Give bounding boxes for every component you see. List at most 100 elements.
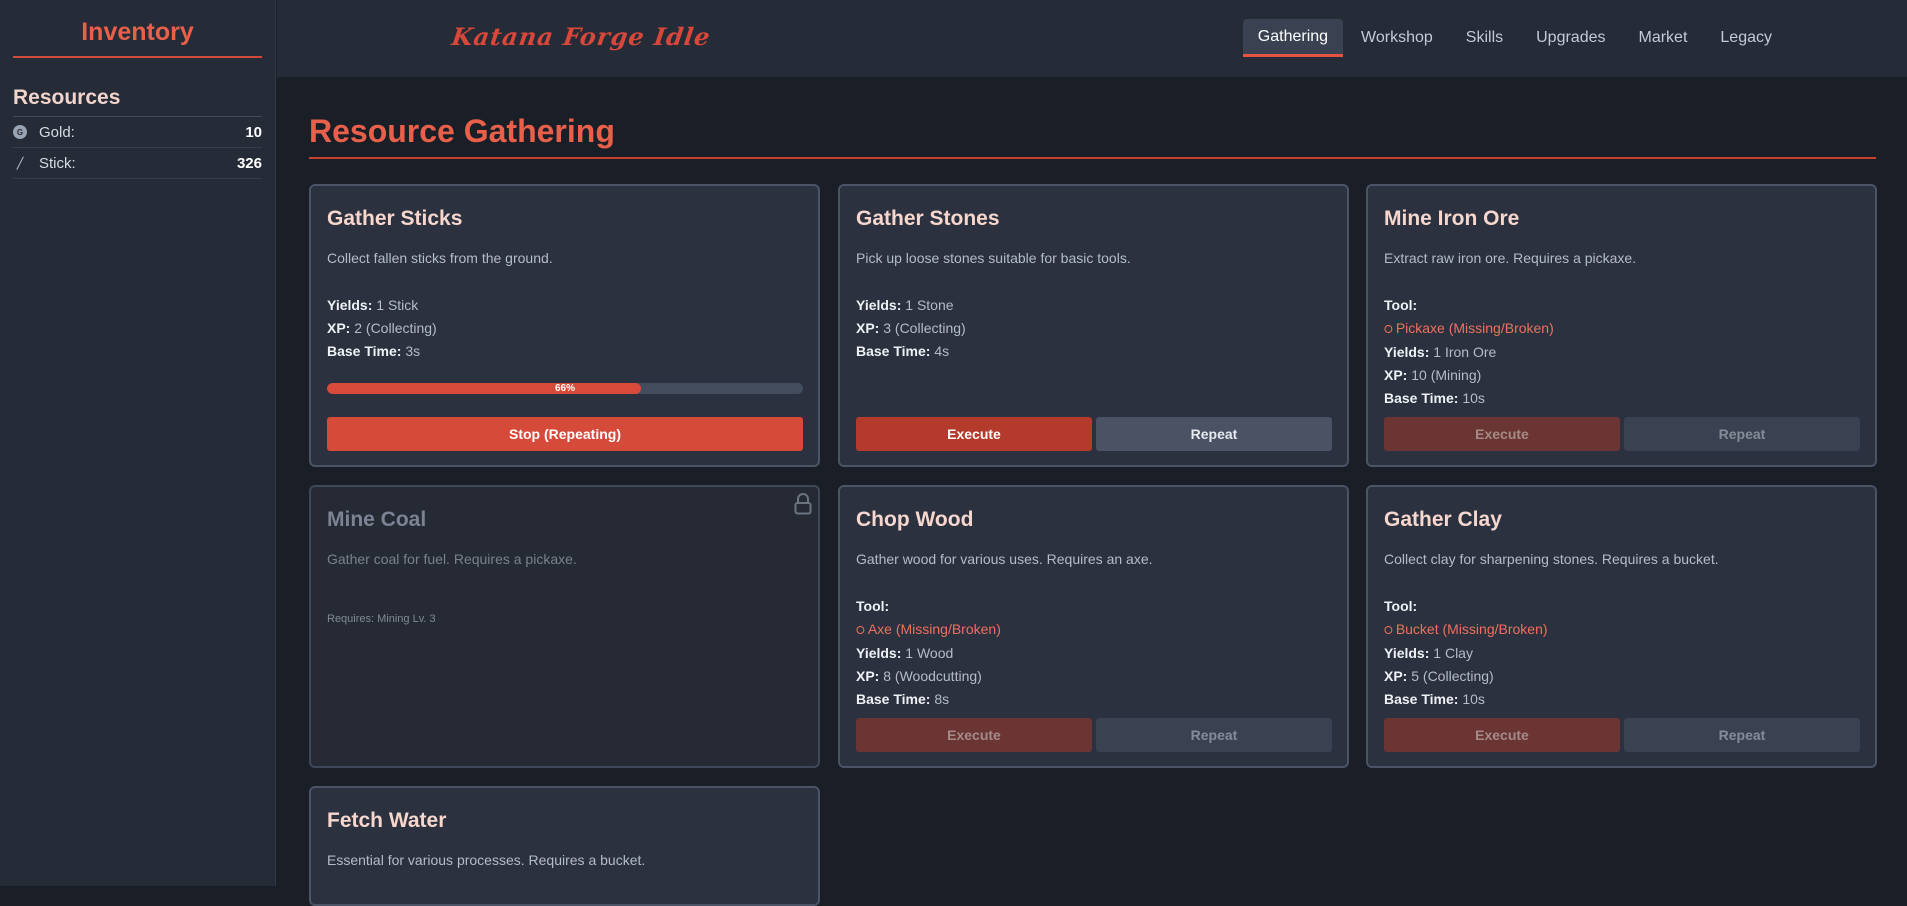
stick-icon: ╱ <box>16 157 24 170</box>
resource-row-gold: G Gold: 10 <box>13 117 262 148</box>
yields-value: 1 Stone <box>905 297 954 313</box>
tab-legacy[interactable]: Legacy <box>1705 19 1787 57</box>
tab-skills[interactable]: Skills <box>1451 19 1518 57</box>
base-time-value: 10s <box>1462 691 1485 707</box>
task-title: Gather Clay <box>1384 508 1502 531</box>
task-title: Mine Coal <box>327 508 427 531</box>
base-time-value: 10s <box>1462 390 1485 406</box>
repeat-button[interactable]: Repeat <box>1624 718 1860 752</box>
yields-label: Yields: <box>327 297 373 313</box>
task-description: Pick up loose stones suitable for basic … <box>856 250 1131 266</box>
base-time-label: Base Time: <box>1384 390 1459 406</box>
unlock-requirement: Requires: Mining Lv. 3 <box>327 613 436 625</box>
warning-icon: ⭘ <box>856 625 865 637</box>
task-stats: Yields: 1 Stick XP: 2 (Collecting) Base … <box>327 294 802 363</box>
tool-status: Bucket (Missing/Broken) <box>1395 621 1548 637</box>
task-progress-bar: 66% <box>327 383 803 394</box>
warning-icon: ⭘ <box>1384 324 1393 336</box>
repeat-button[interactable]: Repeat <box>1096 718 1332 752</box>
tool-status: Axe (Missing/Broken) <box>867 621 1001 637</box>
task-title: Mine Iron Ore <box>1384 207 1520 230</box>
task-card-gather-sticks: Gather Sticks Collect fallen sticks from… <box>309 184 820 467</box>
task-stats: Tool: ⭘ Pickaxe (Missing/Broken) Yields: … <box>1384 294 1859 410</box>
xp-label: XP: <box>1384 367 1408 383</box>
xp-label: XP: <box>1384 668 1408 684</box>
resource-row-stick: ╱ Stick: 326 <box>13 148 262 179</box>
yields-label: Yields: <box>856 297 902 313</box>
yields-label: Yields: <box>1384 645 1430 661</box>
task-stats: Tool: ⭘ Bucket (Missing/Broken) Yields: 1… <box>1384 595 1859 711</box>
resource-name: Gold: <box>39 123 75 141</box>
task-title: Gather Stones <box>856 207 1000 230</box>
yields-value: 1 Clay <box>1433 645 1473 661</box>
xp-label: XP: <box>327 320 351 336</box>
xp-label: XP: <box>856 668 880 684</box>
task-stats: Tool: ⭘ Axe (Missing/Broken) Yields: 1 Wo… <box>856 595 1331 711</box>
xp-label: XP: <box>856 320 880 336</box>
tool-status: Pickaxe (Missing/Broken) <box>1395 320 1554 336</box>
tab-gathering[interactable]: Gathering <box>1242 19 1344 57</box>
xp-value: 10 (Mining) <box>1411 367 1482 383</box>
warning-icon: ⭘ <box>1384 625 1393 637</box>
inventory-title: Inventory <box>13 0 262 58</box>
top-bar: Katana Forge Idle Gathering Workshop Ski… <box>277 0 1907 77</box>
inventory-sidebar: Inventory Resources G Gold: 10 ╱ Stick: … <box>0 0 276 886</box>
task-card-gather-stones: Gather Stones Pick up loose stones suita… <box>838 184 1349 467</box>
xp-value: 2 (Collecting) <box>354 320 437 336</box>
xp-value: 3 (Collecting) <box>883 320 966 336</box>
base-time-value: 8s <box>934 691 950 707</box>
missing-tool: ⭘ Pickaxe (Missing/Broken) <box>1384 317 1859 341</box>
task-description: Extract raw iron ore. Requires a pickaxe… <box>1384 250 1637 266</box>
main-content: Resource Gathering Gather Sticks Collect… <box>277 77 1907 906</box>
task-description: Collect clay for sharpening stones. Requ… <box>1384 551 1719 567</box>
task-description: Essential for various processes. Require… <box>327 852 646 868</box>
base-time-label: Base Time: <box>856 691 931 707</box>
base-time-value: 3s <box>405 343 421 359</box>
task-card-chop-wood: Chop Wood Gather wood for various uses. … <box>838 485 1349 768</box>
base-time-label: Base Time: <box>327 343 402 359</box>
repeat-button[interactable]: Repeat <box>1624 417 1860 451</box>
lock-icon <box>794 493 812 515</box>
tool-label: Tool: <box>1384 598 1418 614</box>
xp-value: 5 (Collecting) <box>1411 668 1494 684</box>
execute-button[interactable]: Execute <box>856 417 1092 451</box>
yields-label: Yields: <box>1384 344 1430 360</box>
missing-tool: ⭘ Axe (Missing/Broken) <box>856 618 1331 642</box>
task-card-mine-iron-ore: Mine Iron Ore Extract raw iron ore. Requ… <box>1366 184 1877 467</box>
base-time-label: Base Time: <box>856 343 931 359</box>
resources-heading: Resources <box>13 86 262 117</box>
base-time-label: Base Time: <box>1384 691 1459 707</box>
execute-button[interactable]: Execute <box>1384 718 1620 752</box>
base-time-value: 4s <box>934 343 950 359</box>
yields-value: 1 Stick <box>376 297 419 313</box>
yields-value: 1 Wood <box>905 645 954 661</box>
stop-repeating-button[interactable]: Stop (Repeating) <box>327 417 803 451</box>
title-divider <box>309 157 1876 159</box>
missing-tool: ⭘ Bucket (Missing/Broken) <box>1384 618 1859 642</box>
tab-workshop[interactable]: Workshop <box>1346 19 1448 57</box>
xp-value: 8 (Woodcutting) <box>883 668 982 684</box>
resource-value: 10 <box>245 123 262 141</box>
tool-label: Tool: <box>1384 297 1418 313</box>
tab-upgrades[interactable]: Upgrades <box>1521 19 1620 57</box>
task-card-gather-clay: Gather Clay Collect clay for sharpening … <box>1366 485 1877 768</box>
page-title: Resource Gathering <box>309 113 615 149</box>
task-card-mine-coal: Mine Coal Gather coal for fuel. Requires… <box>309 485 820 768</box>
progress-label: 66% <box>554 383 575 394</box>
tab-market[interactable]: Market <box>1624 19 1703 57</box>
task-card-fetch-water: Fetch Water Essential for various proces… <box>309 786 820 906</box>
task-description: Collect fallen sticks from the ground. <box>327 250 553 266</box>
task-title: Fetch Water <box>327 809 447 832</box>
main-nav: Gathering Workshop Skills Upgrades Marke… <box>1240 19 1787 57</box>
execute-button[interactable]: Execute <box>1384 417 1620 451</box>
repeat-button[interactable]: Repeat <box>1096 417 1332 451</box>
resource-name: Stick: <box>39 154 76 172</box>
yields-label: Yields: <box>856 645 902 661</box>
task-description: Gather coal for fuel. Requires a pickaxe… <box>327 551 577 567</box>
task-description: Gather wood for various uses. Requires a… <box>856 551 1153 567</box>
execute-button[interactable]: Execute <box>856 718 1092 752</box>
task-title: Chop Wood <box>856 508 974 531</box>
gold-coin-icon: G <box>13 125 27 139</box>
yields-value: 1 Iron Ore <box>1433 344 1497 360</box>
task-stats: Yields: 1 Stone XP: 3 (Collecting) Base … <box>856 294 1331 363</box>
